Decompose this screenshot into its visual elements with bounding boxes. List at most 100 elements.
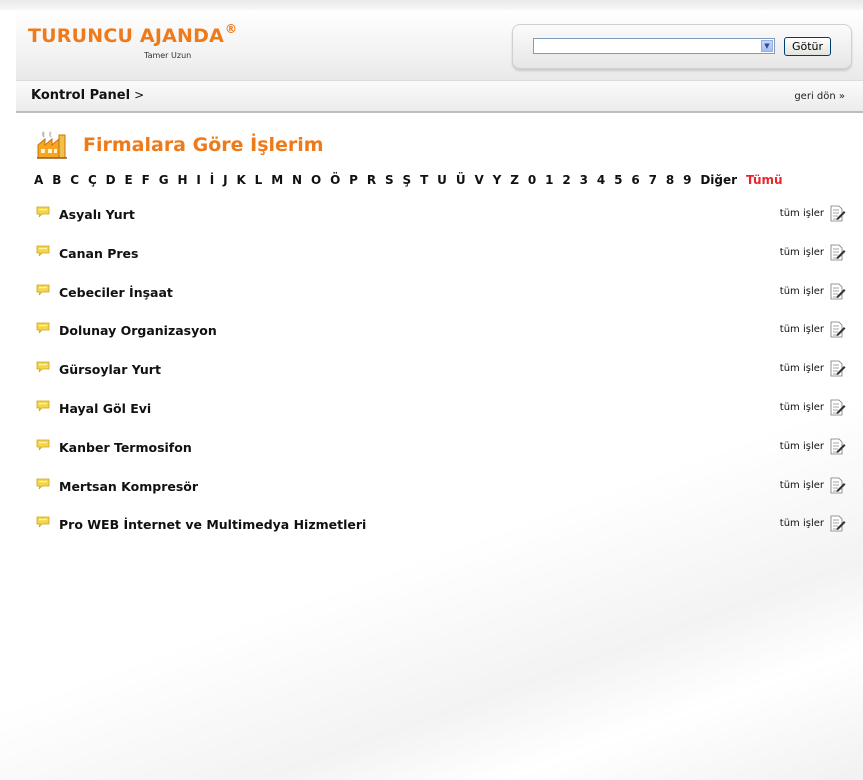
speech-bubble-icon	[36, 284, 50, 295]
letter-filter-item[interactable]: 9	[683, 173, 691, 187]
header: TURUNCU AJANDA® Tamer Uzun ▼ Götür	[16, 10, 863, 81]
letter-filter-item[interactable]: D	[106, 173, 116, 187]
letter-filter-item[interactable]: 7	[649, 173, 657, 187]
letter-filter-item[interactable]: H	[177, 173, 187, 187]
letter-filter-item[interactable]: 2	[562, 173, 570, 187]
letter-filter-item[interactable]: 1	[545, 173, 553, 187]
letter-filter-item[interactable]: Z	[510, 173, 519, 187]
logo-author: Tamer Uzun	[144, 51, 192, 60]
all-jobs-link[interactable]: tüm işler	[780, 402, 824, 413]
letter-filter-item[interactable]: Tümü	[746, 173, 783, 187]
logo-registered-mark: ®	[225, 22, 238, 36]
letter-filter-item[interactable]: A	[34, 173, 43, 187]
edit-note-icon[interactable]	[829, 283, 846, 300]
edit-note-icon[interactable]	[829, 477, 846, 494]
letter-filter-item[interactable]: İ	[210, 173, 214, 187]
speech-bubble-icon	[36, 206, 50, 218]
edit-note-icon[interactable]	[829, 438, 846, 455]
all-jobs-link[interactable]: tüm işler	[780, 441, 824, 452]
letter-filter-item[interactable]: K	[236, 173, 245, 187]
letter-filter-item[interactable]: Diğer	[700, 173, 737, 187]
search-select[interactable]: ▼	[533, 38, 775, 54]
logo[interactable]: TURUNCU AJANDA®	[28, 22, 238, 47]
letter-filter-item[interactable]: 0	[528, 173, 536, 187]
letter-filter-item[interactable]: P	[349, 173, 358, 187]
company-name-link[interactable]: Kanber Termosifon	[59, 440, 192, 455]
company-name-link[interactable]: Gürsoylar Yurt	[59, 362, 161, 377]
letter-filter-item[interactable]: B	[52, 173, 61, 187]
letter-filter-item[interactable]: Y	[493, 173, 502, 187]
company-name-link[interactable]: Dolunay Organizasyon	[59, 323, 217, 338]
company-name-link[interactable]: Canan Pres	[59, 246, 138, 261]
letter-filter-item[interactable]: N	[292, 173, 302, 187]
list-item: Mertsan Kompresör tüm işler	[36, 477, 846, 499]
company-name-link[interactable]: Mertsan Kompresör	[59, 479, 198, 494]
back-link[interactable]: geri dön »	[794, 91, 845, 102]
letter-filter-item[interactable]: Ö	[330, 173, 340, 187]
letter-filter-item[interactable]: 4	[597, 173, 605, 187]
list-item: Pro WEB İnternet ve Multimedya Hizmetler…	[36, 515, 846, 537]
edit-note-icon[interactable]	[829, 360, 846, 377]
letter-filter-item[interactable]: U	[437, 173, 447, 187]
breadcrumb-separator: >	[134, 88, 145, 102]
company-name-link[interactable]: Hayal Göl Evi	[59, 401, 151, 416]
list-item: Cebeciler İnşaat tüm işler	[36, 283, 846, 305]
list-item: Canan Pres tüm işler	[36, 244, 846, 266]
letter-filter-item[interactable]: T	[420, 173, 428, 187]
letter-filter-item[interactable]: J	[223, 173, 227, 187]
company-name-link[interactable]: Cebeciler İnşaat	[59, 285, 173, 300]
letter-filter-item[interactable]: Ç	[88, 173, 97, 187]
letter-filter-item[interactable]: I	[196, 173, 200, 187]
chevron-down-icon[interactable]: ▼	[761, 40, 773, 52]
letter-filter-item[interactable]: V	[474, 173, 483, 187]
edit-note-icon[interactable]	[829, 244, 846, 261]
letter-filter-item[interactable]: R	[367, 173, 376, 187]
letter-filter-item[interactable]: Ü	[456, 173, 466, 187]
all-jobs-link[interactable]: tüm işler	[780, 324, 824, 335]
list-item: Hayal Göl Evi tüm işler	[36, 399, 846, 421]
edit-note-icon[interactable]	[829, 515, 846, 532]
letter-filter-item[interactable]: 5	[614, 173, 622, 187]
breadcrumb-home-link[interactable]: Kontrol Panel	[31, 88, 130, 103]
all-jobs-link[interactable]: tüm işler	[780, 208, 824, 219]
speech-bubble-icon	[36, 400, 50, 412]
letter-filter-item[interactable]: E	[125, 173, 133, 187]
letter-filter-item[interactable]: 3	[580, 173, 588, 187]
breadcrumb-title: Kontrol Panel >	[31, 88, 144, 103]
letter-filter-item[interactable]: S	[385, 173, 394, 187]
edit-note-icon[interactable]	[829, 399, 846, 416]
letter-filter-item[interactable]: L	[255, 173, 263, 187]
list-item: Dolunay Organizasyon tüm işler	[36, 321, 846, 343]
all-jobs-link[interactable]: tüm işler	[780, 518, 824, 529]
all-jobs-link[interactable]: tüm işler	[780, 247, 824, 258]
all-jobs-link[interactable]: tüm işler	[780, 286, 824, 297]
letter-filter-item[interactable]: 6	[631, 173, 639, 187]
page-background	[0, 0, 863, 780]
company-name-link[interactable]: Asyalı Yurt	[59, 207, 135, 222]
letter-filter-item[interactable]: C	[70, 173, 79, 187]
speech-bubble-icon	[36, 439, 50, 451]
letter-filter-item[interactable]: 8	[666, 173, 674, 187]
list-item: Asyalı Yurt tüm işler	[36, 205, 846, 227]
speech-bubble-icon	[36, 361, 50, 373]
letter-filter-item[interactable]: G	[159, 173, 169, 187]
all-jobs-link[interactable]: tüm işler	[780, 480, 824, 491]
letter-filter-item[interactable]: M	[271, 173, 283, 187]
speech-bubble-icon	[36, 478, 50, 489]
window-top-frame	[0, 0, 863, 10]
all-jobs-link[interactable]: tüm işler	[780, 363, 824, 374]
edit-note-icon[interactable]	[829, 321, 846, 338]
speech-bubble-icon	[36, 245, 50, 257]
speech-bubble-icon	[36, 516, 50, 528]
list-item: Kanber Termosifon tüm işler	[36, 438, 846, 460]
edit-note-icon[interactable]	[829, 205, 846, 222]
company-name-link[interactable]: Pro WEB İnternet ve Multimedya Hizmetler…	[59, 517, 366, 532]
letter-filter-item[interactable]: Ş	[403, 173, 412, 187]
go-button[interactable]: Götür	[784, 37, 831, 56]
page-title: Firmalara Göre İşlerim	[83, 134, 324, 156]
letter-filter-item[interactable]: O	[311, 173, 321, 187]
factory-icon	[37, 131, 67, 159]
search-panel: ▼ Götür	[512, 24, 852, 69]
letter-filter-item[interactable]: F	[142, 173, 150, 187]
breadcrumb: Kontrol Panel > geri dön »	[16, 81, 863, 113]
